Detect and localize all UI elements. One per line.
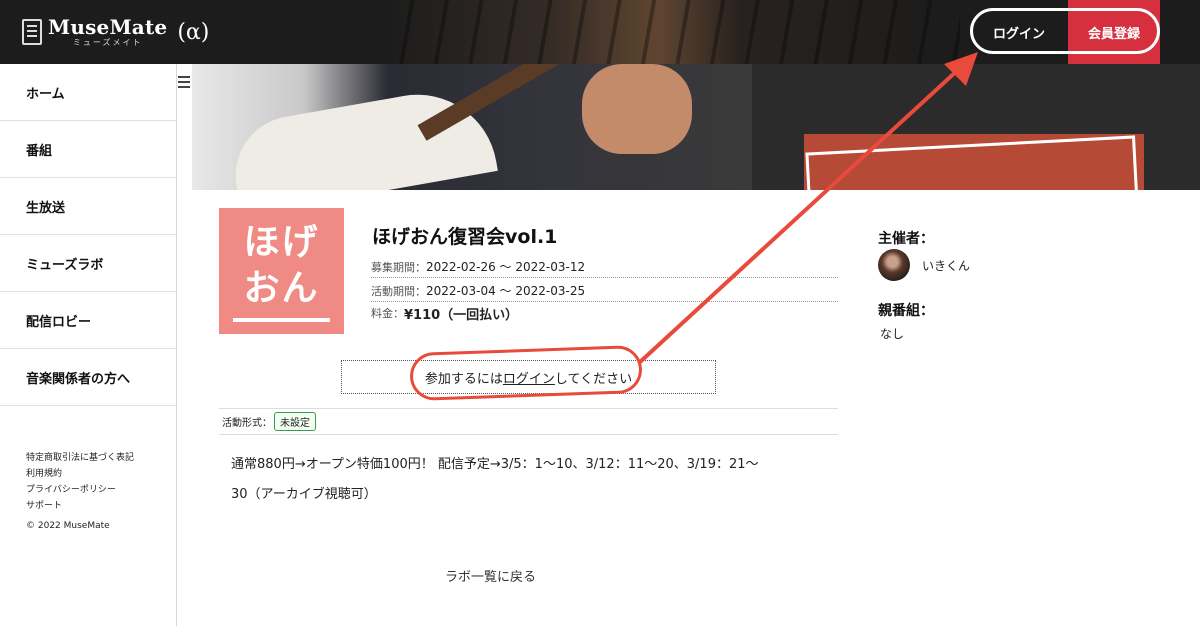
top-bar: MuseMate ミューズメイト (α) ログイン 会員登録 bbox=[0, 0, 1200, 64]
divider bbox=[219, 434, 838, 435]
divider bbox=[219, 408, 838, 409]
logo-icon bbox=[22, 19, 42, 45]
logo-kana: ミューズメイト bbox=[72, 38, 143, 47]
sidebar-footer: 特定商取引法に基づく表記 利用規約 プライバシーポリシー サポート © 2022… bbox=[26, 450, 134, 534]
login-button[interactable]: ログイン bbox=[968, 0, 1070, 64]
join-prompt: 参加するには ログイン してください bbox=[341, 360, 716, 394]
join-suffix: してください bbox=[554, 371, 633, 387]
link-privacy[interactable]: プライバシーポリシー bbox=[26, 482, 134, 498]
host-label: 主催者： bbox=[878, 231, 934, 247]
sidebar-item-industry[interactable]: 音楽関係者の方へ bbox=[0, 349, 176, 406]
thumb-text-line2: おん bbox=[243, 268, 320, 309]
event-title: ほげおん復習会vol.1 bbox=[372, 226, 558, 248]
join-prefix: 参加するには bbox=[424, 371, 503, 387]
format-label: 活動形式： bbox=[222, 418, 272, 429]
host-name[interactable]: いきくん bbox=[922, 257, 970, 274]
avatar[interactable] bbox=[878, 249, 910, 281]
header-banner-image bbox=[380, 0, 960, 64]
back-to-lab-list-link[interactable]: ラボ一覧に戻る bbox=[445, 566, 536, 585]
event-thumbnail: ほげ おん bbox=[219, 208, 344, 334]
description-line: 30（アーカイブ視聴可） bbox=[231, 487, 377, 502]
alpha-label: (α) bbox=[177, 19, 210, 45]
link-commerce-law[interactable]: 特定商取引法に基づく表記 bbox=[26, 450, 134, 466]
activity-label: 活動期間： bbox=[371, 284, 426, 298]
fee-value: ¥110（一回払い） bbox=[404, 307, 519, 323]
link-support[interactable]: サポート bbox=[26, 498, 134, 514]
thumb-text-line1: ほげ bbox=[243, 222, 320, 263]
sidebar-item-label: ミューズラボ bbox=[26, 257, 104, 273]
event-description: 通常880円→オープン特価100円！ 配信予定→3/5：1〜10、3/12：11… bbox=[231, 450, 811, 510]
sidebar-item-programs[interactable]: 番組 bbox=[0, 121, 176, 178]
fee-label: 料金： bbox=[371, 307, 404, 320]
sidebar-item-label: 音楽関係者の方へ bbox=[26, 371, 131, 387]
copyright: © 2022 MuseMate bbox=[26, 521, 110, 531]
parent-program-value: なし bbox=[880, 327, 905, 341]
join-login-link[interactable]: ログイン bbox=[503, 368, 555, 387]
recruit-label: 募集期間： bbox=[371, 260, 426, 274]
signup-button[interactable]: 会員登録 bbox=[1068, 0, 1160, 64]
activity-period-row: 活動期間： 2022-03-04 〜 2022-03-25 bbox=[371, 280, 838, 302]
format-badge: 未設定 bbox=[274, 412, 316, 431]
recruit-period-row: 募集期間： 2022-02-26 〜 2022-03-12 bbox=[371, 256, 838, 278]
fee-row: 料金： ¥110（一回払い） bbox=[371, 302, 838, 324]
sidebar-item-label: 番組 bbox=[26, 143, 53, 159]
sidebar-item-muse-lab[interactable]: ミューズラボ bbox=[0, 235, 176, 292]
link-terms[interactable]: 利用規約 bbox=[26, 466, 134, 482]
activity-period: 2022-03-04 〜 2022-03-25 bbox=[426, 284, 586, 298]
sidebar-item-label: ホーム bbox=[26, 86, 65, 102]
description-line: 通常880円→オープン特価100円！ 配信予定→3/5：1〜10、3/12：11… bbox=[231, 457, 759, 472]
sidebar-item-home[interactable]: ホーム bbox=[0, 64, 176, 121]
event-banner-image bbox=[192, 64, 1200, 190]
logo-name: MuseMate bbox=[48, 15, 168, 39]
sidebar: ホーム 番組 生放送 ミューズラボ 配信ロビー 音楽関係者の方へ 特定商取引法に… bbox=[0, 64, 177, 626]
recruit-period: 2022-02-26 〜 2022-03-12 bbox=[426, 260, 586, 274]
hamburger-icon[interactable] bbox=[178, 76, 190, 88]
sidebar-item-lobby[interactable]: 配信ロビー bbox=[0, 292, 176, 349]
logo[interactable]: MuseMate ミューズメイト (α) bbox=[22, 14, 209, 50]
sidebar-item-label: 配信ロビー bbox=[26, 314, 92, 330]
sidebar-item-label: 生放送 bbox=[26, 200, 66, 216]
sidebar-item-live[interactable]: 生放送 bbox=[0, 178, 176, 235]
parent-program-label: 親番組： bbox=[878, 303, 934, 319]
